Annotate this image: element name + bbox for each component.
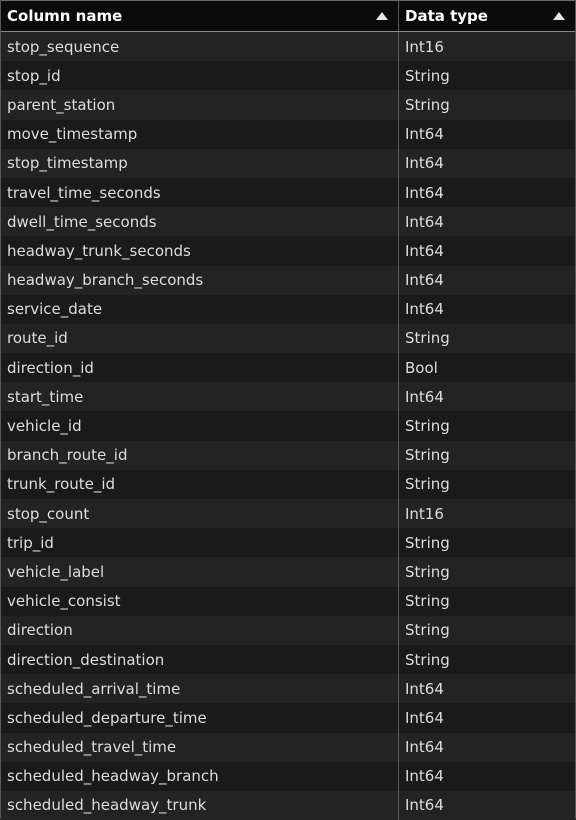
data-type-cell: Int64 [405,738,444,757]
table-row[interactable]: trip_id String [1,528,575,558]
column-name-cell: stop_id [1,61,399,91]
table-row[interactable]: vehicle_id String [1,411,575,441]
column-name-cell: move_timestamp [1,119,399,149]
sort-ascending-icon[interactable] [553,12,565,20]
column-name-cell: direction [1,615,399,645]
column-name-cell: branch_route_id [1,440,399,470]
column-name-cell: parent_station [1,90,399,120]
schema-table: Column name Data type stop_sequence Int16… [0,0,576,820]
data-type-cell: Int16 [405,37,444,56]
data-type-cell: Int64 [405,796,444,815]
table-row[interactable]: stop_id String [1,61,575,91]
data-type-cell: Int64 [405,212,444,231]
column-name-cell: trip_id [1,528,399,558]
table-row[interactable]: scheduled_travel_time Int64 [1,732,575,762]
data-type-cell: Int64 [405,125,444,144]
table-row[interactable]: travel_time_seconds Int64 [1,177,575,208]
column-name-cell: stop_timestamp [1,148,399,178]
column-name-cell: direction_destination [1,644,399,675]
table-row[interactable]: scheduled_headway_branch Int64 [1,761,575,791]
column-name-cell: travel_time_seconds [1,177,399,208]
data-type-cell: Int64 [405,271,444,290]
table-row[interactable]: direction_id Bool [1,353,575,383]
data-type-cell: Bool [405,358,438,377]
table-header: Column name Data type [1,0,575,32]
column-name-cell: vehicle_id [1,411,399,441]
column-name-cell: vehicle_consist [1,586,399,616]
column-name-cell: service_date [1,294,399,324]
table-row[interactable]: trunk_route_id String [1,469,575,499]
data-type-header[interactable]: Data type [399,1,575,31]
table-row[interactable]: direction String [1,615,575,645]
table-row[interactable]: stop_sequence Int16 [1,32,575,62]
column-name-cell: scheduled_arrival_time [1,674,399,704]
data-type-cell: String [405,650,450,669]
data-type-cell: String [405,533,450,552]
table-row[interactable]: scheduled_departure_time Int64 [1,703,575,733]
column-name-cell: stop_sequence [1,32,399,62]
data-type-cell: Int64 [405,183,444,202]
data-type-cell: String [405,446,450,465]
table-body: stop_sequence Int16 stop_id String parent_st… [1,32,575,820]
sort-ascending-icon[interactable] [376,12,388,20]
data-type-cell: Int64 [405,679,444,698]
column-name-header[interactable]: Column name [1,1,399,31]
table-row[interactable]: start_time Int64 [1,382,575,412]
column-name-cell: trunk_route_id [1,469,399,499]
data-type-cell: String [405,592,450,611]
data-type-cell: Int64 [405,708,444,727]
data-type-cell: String [405,95,450,114]
data-type-cell: Int64 [405,300,444,319]
data-type-cell: String [405,621,450,640]
data-type-header-label: Data type [405,7,488,25]
column-name-cell: scheduled_travel_time [1,732,399,762]
table-row[interactable]: scheduled_headway_trunk Int64 [1,790,575,820]
column-name-cell: headway_branch_seconds [1,265,399,295]
table-row[interactable]: vehicle_consist String [1,586,575,616]
column-name-cell: headway_trunk_seconds [1,236,399,266]
column-name-cell: vehicle_label [1,557,399,587]
data-type-cell: String [405,475,450,494]
table-row[interactable]: stop_count Int16 [1,499,575,529]
table-row[interactable]: vehicle_label String [1,557,575,587]
table-row[interactable]: branch_route_id String [1,440,575,470]
data-type-cell: Int64 [405,154,444,173]
table-row[interactable]: headway_trunk_seconds Int64 [1,236,575,266]
table-row[interactable]: stop_timestamp Int64 [1,148,575,178]
table-row[interactable]: direction_destination String [1,644,575,675]
table-row[interactable]: parent_station String [1,90,575,120]
data-type-cell: Int64 [405,387,444,406]
table-row[interactable]: route_id String [1,323,575,354]
column-name-cell: dwell_time_seconds [1,207,399,237]
column-name-cell: scheduled_departure_time [1,703,399,733]
table-row[interactable]: headway_branch_seconds Int64 [1,265,575,295]
column-name-cell: stop_count [1,499,399,529]
column-name-header-label: Column name [7,7,123,25]
table-row[interactable]: dwell_time_seconds Int64 [1,207,575,237]
data-type-cell: String [405,562,450,581]
data-type-cell: Int64 [405,767,444,786]
data-type-cell: Int16 [405,504,444,523]
data-type-cell: String [405,66,450,85]
table-row[interactable]: service_date Int64 [1,294,575,324]
column-name-cell: scheduled_headway_branch [1,761,399,791]
column-name-cell: direction_id [1,353,399,383]
data-type-cell: Int64 [405,241,444,260]
column-name-cell: route_id [1,323,399,354]
table-row[interactable]: move_timestamp Int64 [1,119,575,149]
data-type-cell: String [405,329,450,348]
column-name-cell: start_time [1,382,399,412]
column-name-cell: scheduled_headway_trunk [1,790,399,820]
table-row[interactable]: scheduled_arrival_time Int64 [1,674,575,704]
data-type-cell: String [405,417,450,436]
